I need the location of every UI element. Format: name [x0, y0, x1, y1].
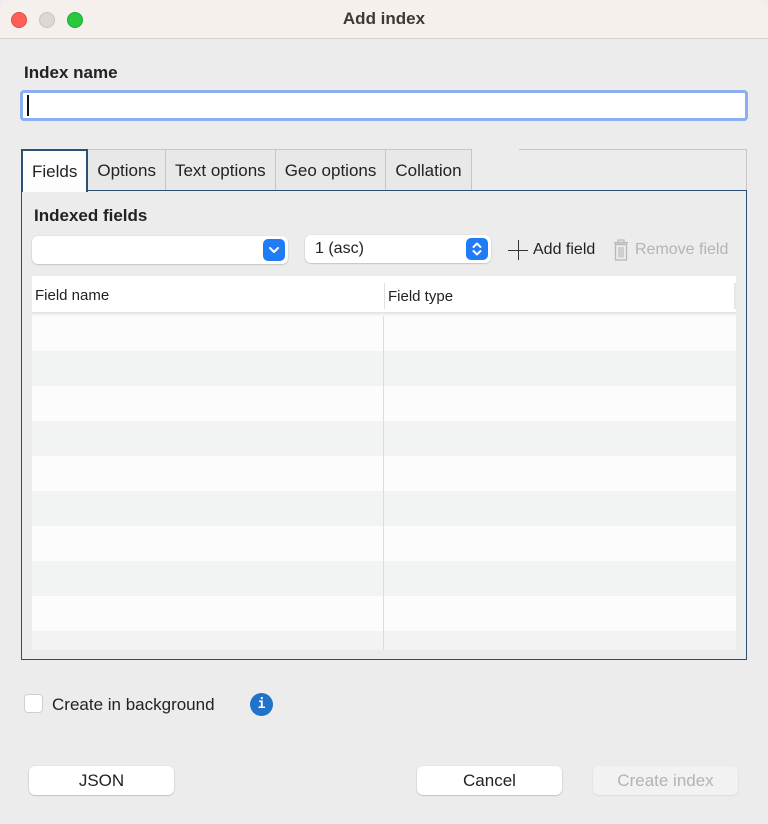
- remove-field-button[interactable]: Remove field: [612, 238, 728, 262]
- create-index-button[interactable]: Create index: [593, 766, 738, 795]
- tab-collation[interactable]: Collation: [386, 149, 472, 191]
- trash-icon: [614, 239, 628, 261]
- tab-geo-options[interactable]: Geo options: [275, 149, 387, 191]
- tab-text-options[interactable]: Text options: [165, 149, 276, 191]
- column-resize-handle[interactable]: [734, 283, 736, 309]
- title-bar: Add index: [0, 0, 768, 39]
- table-row: [32, 596, 736, 631]
- info-icon[interactable]: i: [250, 693, 273, 716]
- tab-bar-filler: [519, 149, 747, 191]
- tab-fields[interactable]: Fields: [21, 149, 89, 192]
- sort-order-select-value: 1 (asc): [315, 240, 364, 257]
- tab-options[interactable]: Options: [88, 149, 166, 191]
- json-button[interactable]: JSON: [29, 766, 174, 795]
- tab-bar: Fields Options Text options Geo options …: [21, 149, 472, 192]
- text-caret: [27, 95, 29, 116]
- create-in-background-label[interactable]: Create in background: [52, 695, 215, 715]
- table-row: [32, 631, 736, 650]
- column-header-field-type[interactable]: Field type: [384, 283, 734, 309]
- up-down-chevron-icon: [466, 238, 488, 260]
- cancel-button[interactable]: Cancel: [417, 766, 562, 795]
- column-divider: [383, 316, 384, 650]
- table-row: [32, 316, 736, 351]
- table-header: Field name Field type: [32, 276, 736, 314]
- sort-order-select[interactable]: 1 (asc): [305, 235, 491, 263]
- table-row: [32, 491, 736, 526]
- add-field-label: Add field: [533, 241, 596, 258]
- create-in-background-checkbox[interactable]: [24, 694, 43, 713]
- field-name-select[interactable]: [32, 236, 288, 264]
- column-header-field-name[interactable]: Field name: [32, 276, 382, 314]
- table-row: [32, 561, 736, 596]
- add-field-button[interactable]: Add field: [508, 238, 595, 262]
- table-body: [32, 316, 736, 650]
- table-row: [32, 526, 736, 561]
- index-name-label: Index name: [24, 63, 118, 82]
- remove-field-label: Remove field: [635, 241, 729, 258]
- index-name-input[interactable]: [20, 90, 748, 121]
- indexed-fields-table: Field name Field type: [32, 276, 736, 650]
- table-row: [32, 386, 736, 421]
- indexed-fields-heading: Indexed fields: [34, 206, 148, 225]
- add-index-dialog: Add index Index name Fields Options Text…: [0, 0, 768, 824]
- table-row: [32, 421, 736, 456]
- chevron-down-icon: [263, 239, 285, 261]
- plus-icon: [508, 240, 528, 260]
- window-title: Add index: [342, 9, 426, 28]
- table-row: [32, 456, 736, 491]
- table-row: [32, 351, 736, 386]
